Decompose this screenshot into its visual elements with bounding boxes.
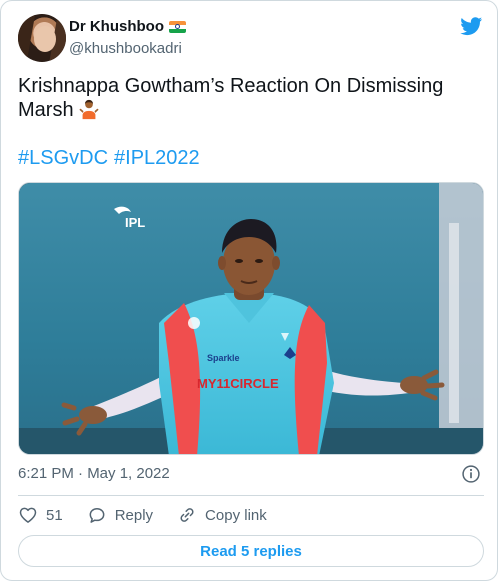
- info-icon[interactable]: [461, 464, 481, 484]
- avatar[interactable]: [18, 14, 66, 62]
- tweet-media-image[interactable]: IPL Sparkle MY11CIRCLE: [18, 182, 484, 455]
- twitter-bird-icon[interactable]: [459, 15, 484, 37]
- hashtag-link[interactable]: #IPL2022: [114, 147, 200, 169]
- india-flag-icon: [169, 20, 186, 33]
- author-handle[interactable]: @khushbookadri: [69, 40, 182, 57]
- reply-label: Reply: [114, 506, 154, 524]
- heart-icon: [19, 507, 37, 523]
- player-reaction-photo: IPL Sparkle MY11CIRCLE: [19, 183, 483, 454]
- read-replies-button[interactable]: Read 5 replies: [18, 535, 484, 567]
- read-replies-label: Read 5 replies: [200, 542, 302, 560]
- hashtag-row: #LSGvDC #IPL2022: [18, 146, 206, 170]
- tweet-actions: 51 Reply Copy link: [18, 504, 291, 526]
- like-count: 51: [46, 506, 63, 524]
- author-name-row[interactable]: Dr Khushboo: [69, 18, 186, 35]
- reply-button[interactable]: Reply: [87, 505, 153, 525]
- tweet-text: Krishnappa Gowtham’s Reaction On Dismiss…: [18, 74, 478, 122]
- ipl-logo-text: IPL: [125, 215, 145, 230]
- divider: [18, 495, 484, 496]
- person-shrugging-emoji-icon: [78, 99, 99, 120]
- copy-link-button[interactable]: Copy link: [177, 505, 267, 525]
- jersey-sponsor-my11circle: MY11CIRCLE: [197, 376, 279, 391]
- copy-link-label: Copy link: [205, 506, 267, 524]
- tweet-timestamp[interactable]: 6:21 PM · May 1, 2022: [18, 465, 170, 482]
- link-icon: [180, 508, 194, 522]
- tweet-card: Dr Khushboo @khushbookadri Krishnappa Go…: [0, 0, 498, 581]
- hashtag-link[interactable]: #LSGvDC: [18, 147, 108, 169]
- like-button[interactable]: 51: [18, 505, 63, 525]
- speech-bubble-icon: [89, 508, 105, 523]
- author-display-name[interactable]: Dr Khushboo: [69, 18, 164, 35]
- avatar-face: [34, 26, 56, 52]
- jersey-sponsor-sparkle: Sparkle: [207, 353, 240, 363]
